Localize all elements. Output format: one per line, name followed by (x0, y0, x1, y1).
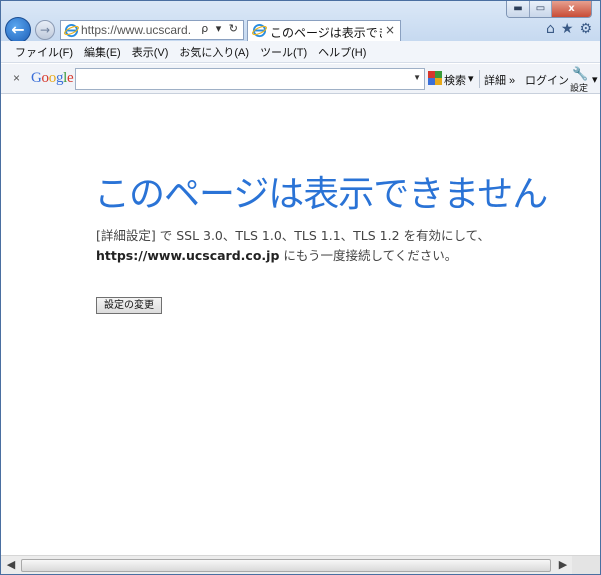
tab-active[interactable]: このページは表示できま... × (247, 20, 401, 41)
menu-item-tools[interactable]: ツール(T) (260, 44, 307, 60)
scroll-left-icon[interactable]: ◀ (4, 558, 18, 572)
scrollbar-corner (572, 556, 600, 574)
tab-title: このページは表示できま... (270, 26, 382, 40)
address-bar[interactable]: https://www.ucscard.co.jp/ ρ ▾ ↻ (60, 20, 244, 40)
search-dropdown-icon[interactable]: ▼ (413, 73, 421, 82)
close-window-button[interactable]: x (551, 1, 591, 17)
google-logo-letter: e (67, 70, 74, 86)
browser-window: ← → https://www.ucscard.co.jp/ ρ ▾ ↻ このペ… (0, 0, 601, 575)
more-button[interactable]: 詳細 » (484, 72, 515, 88)
browser-right-icons: ⌂ ★ ⚙ (546, 21, 592, 37)
error-message-line1: [詳細設定] で SSL 3.0、TLS 1.0、TLS 1.1、TLS 1.2… (96, 228, 491, 243)
error-message: [詳細設定] で SSL 3.0、TLS 1.0、TLS 1.1、TLS 1.2… (96, 226, 566, 266)
menu-bar: ファイル(F) 編集(E) 表示(V) お気に入り(A) ツール(T) ヘルプ(… (1, 41, 600, 63)
menu-item-edit[interactable]: 編集(E) (84, 44, 121, 60)
google-search-icon (428, 71, 442, 85)
ie-page-icon (64, 23, 79, 38)
menu-item-help[interactable]: ヘルプ(H) (318, 44, 366, 60)
google-logo-letter: o (48, 70, 57, 86)
search-options-chevron-icon[interactable]: ▾ (468, 72, 474, 85)
scroll-right-icon[interactable]: ▶ (556, 558, 570, 572)
settings-label[interactable]: 設定 (570, 81, 588, 94)
scrollbar-thumb[interactable] (21, 559, 551, 572)
error-message-line2: にもう一度接続してください。 (279, 248, 458, 263)
toolbar-divider (479, 70, 480, 88)
google-search-input[interactable]: ▼ (75, 68, 425, 90)
google-toolbar: × Google ▼ 検索 ▾ 詳細 » ログイン 🔧 設定 ▾ (1, 64, 600, 94)
home-icon[interactable]: ⌂ (546, 21, 555, 37)
menu-item-favorites[interactable]: お気に入り(A) (179, 44, 249, 60)
favorites-star-icon[interactable]: ★ (561, 21, 574, 37)
settings-chevron-icon[interactable]: ▾ (592, 73, 598, 86)
login-button[interactable]: ログイン (525, 72, 569, 88)
menu-item-file[interactable]: ファイル(F) (15, 44, 73, 60)
horizontal-scrollbar[interactable]: ◀ ▶ (1, 555, 600, 574)
back-button[interactable]: ← (5, 17, 31, 43)
window-controls: ▬ ▭ x (506, 1, 592, 18)
address-url: https://www.ucscard.co.jp/ (81, 23, 191, 37)
wrench-settings-icon[interactable]: 🔧 (572, 66, 588, 82)
minimize-button[interactable]: ▬ (507, 1, 529, 17)
maximize-button[interactable]: ▭ (529, 1, 551, 17)
title-bar: ← → https://www.ucscard.co.jp/ ρ ▾ ↻ このペ… (1, 1, 600, 43)
forward-button[interactable]: → (35, 20, 55, 40)
google-logo-letter: o (41, 70, 50, 86)
change-settings-button[interactable]: 設定の変更 (96, 297, 162, 314)
google-search-button[interactable]: 検索 (444, 72, 466, 88)
google-logo: Google (31, 70, 74, 87)
menu-item-view[interactable]: 表示(V) (132, 44, 169, 60)
ie-tab-icon (252, 23, 267, 38)
tab-close-icon[interactable]: × (385, 23, 395, 37)
error-message-url: https://www.ucscard.co.jp (96, 248, 280, 263)
page-content: このページは表示できません [詳細設定] で SSL 3.0、TLS 1.0、T… (1, 95, 600, 555)
tools-gear-icon[interactable]: ⚙ (579, 21, 592, 37)
google-logo-letter: G (31, 70, 42, 86)
page-title: このページは表示できません (94, 174, 548, 215)
google-toolbar-close-icon[interactable]: × (13, 71, 20, 85)
address-tools[interactable]: ρ ▾ ↻ (201, 22, 240, 35)
